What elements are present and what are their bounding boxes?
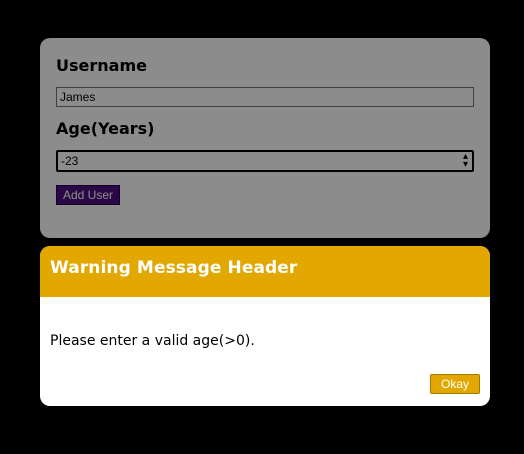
modal-message: Please enter a valid age(>0). xyxy=(50,333,255,349)
modal-title: Warning Message Header xyxy=(50,258,298,278)
modal-header: Warning Message Header xyxy=(40,246,490,297)
okay-button[interactable]: Okay xyxy=(429,374,480,394)
modal-footer: Okay xyxy=(429,373,480,394)
warning-modal: Warning Message Header Please enter a va… xyxy=(40,246,490,406)
